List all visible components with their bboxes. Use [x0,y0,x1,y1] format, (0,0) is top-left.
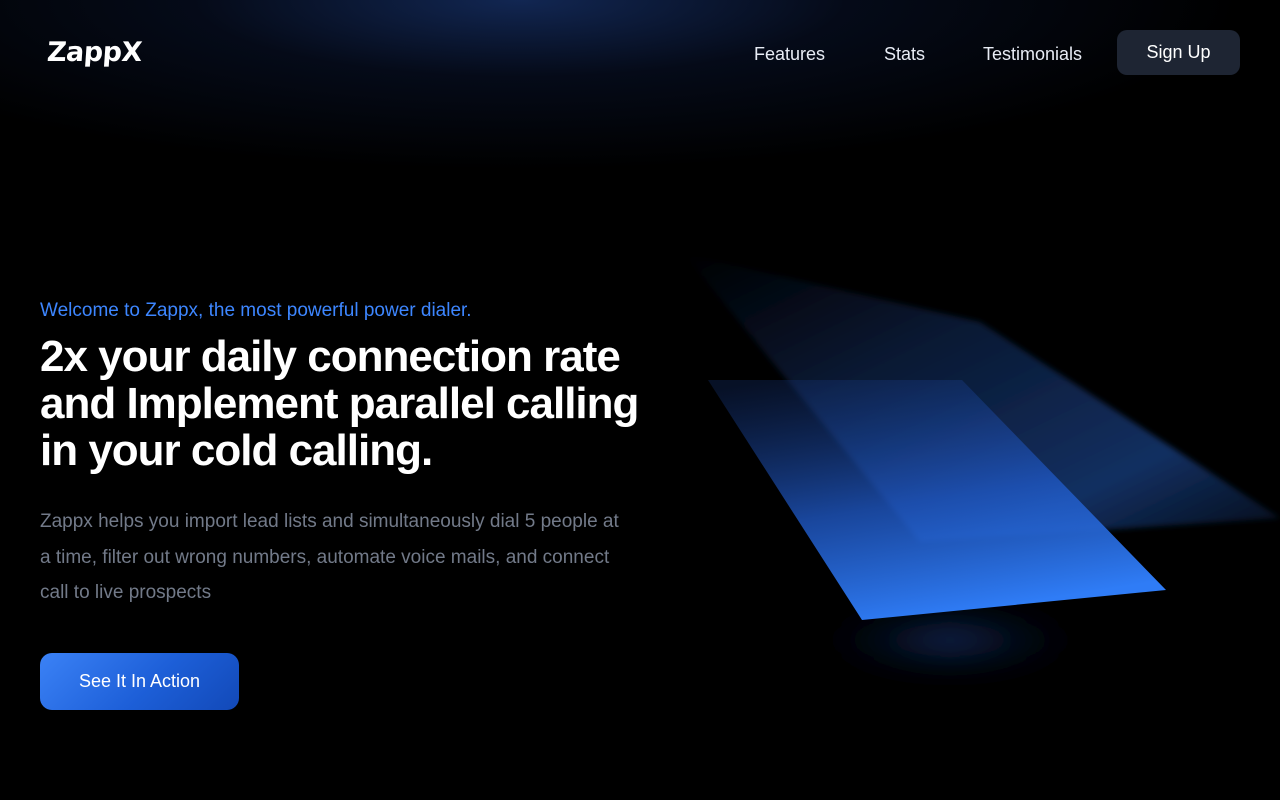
nav-link-stats[interactable]: Stats [884,42,925,66]
hero-description: Zappx helps you import lead lists and si… [40,511,619,603]
hero-illustration [684,254,1280,678]
see-it-in-action-button[interactable]: See It In Action [40,653,239,710]
hero-eyebrow: Welcome to Zappx, the most powerful powe… [40,300,472,321]
brand-logo[interactable]: ZappX [46,36,143,70]
nav-link-testimonials[interactable]: Testimonials [983,42,1082,66]
hero-headline: 2x your daily connection rate and Implem… [40,332,639,475]
plane-shadow-glow [800,602,1100,678]
landing-page: ZappX Features Stats Testimonials Sign U… [0,0,1280,800]
nav-link-features[interactable]: Features [754,42,825,66]
sign-up-button[interactable]: Sign Up [1117,30,1240,75]
